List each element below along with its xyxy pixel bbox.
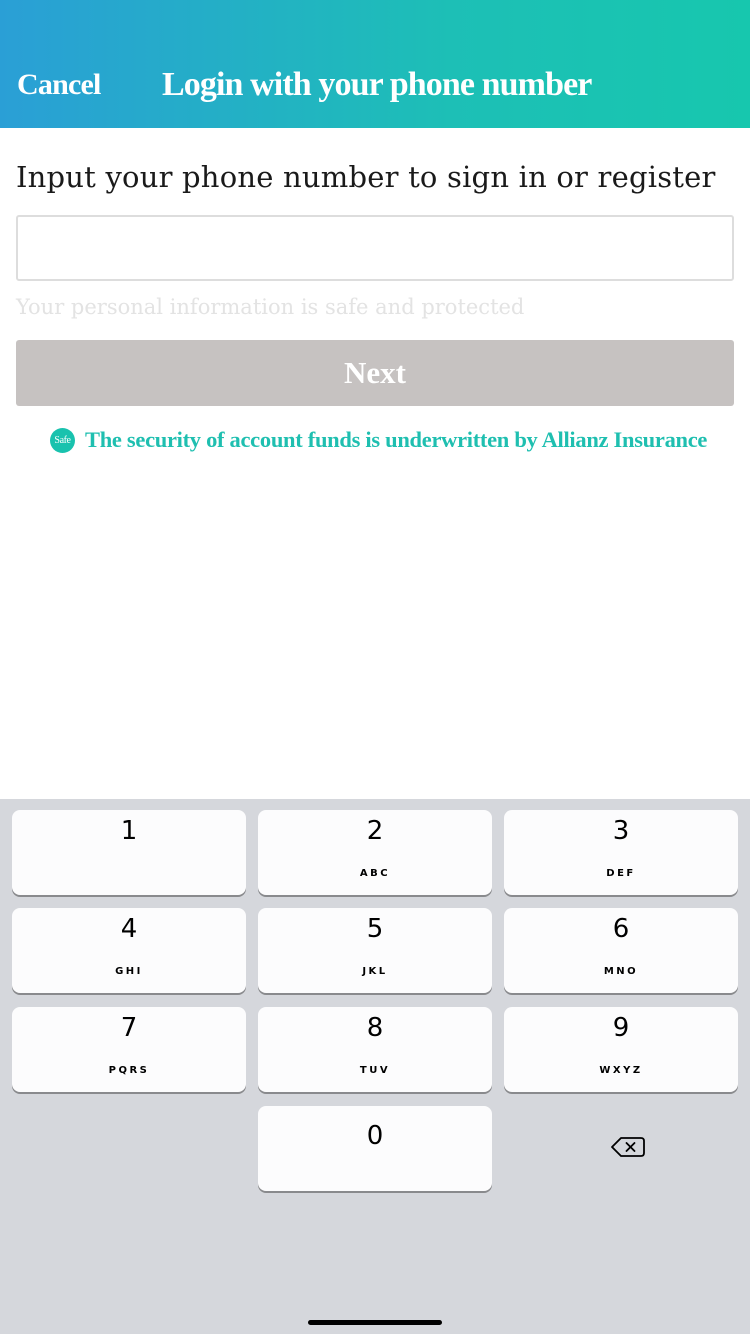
backspace-icon[interactable] — [600, 1132, 650, 1162]
key-digit: 9 — [612, 1013, 630, 1043]
key-letters: DEF — [606, 868, 636, 879]
key-8[interactable]: 8 TUV — [258, 1007, 492, 1092]
phone-prompt: Input your phone number to sign in or re… — [16, 160, 716, 194]
key-letters: WXYZ — [599, 1065, 643, 1076]
home-indicator — [308, 1320, 442, 1325]
key-0[interactable]: 0 — [258, 1106, 492, 1191]
key-digit: 5 — [366, 914, 384, 944]
key-digit: 8 — [366, 1013, 384, 1043]
cancel-button[interactable]: Cancel — [17, 68, 101, 102]
key-4[interactable]: 4 GHI — [12, 908, 246, 993]
phone-number-input[interactable] — [16, 215, 734, 281]
key-digit: 7 — [120, 1013, 138, 1043]
key-digit: 1 — [120, 816, 138, 846]
key-digit: 0 — [366, 1121, 384, 1151]
key-9[interactable]: 9 WXYZ — [504, 1007, 738, 1092]
key-3[interactable]: 3 DEF — [504, 810, 738, 895]
key-letters: ABC — [359, 868, 391, 879]
key-digit: 3 — [612, 816, 630, 846]
next-button[interactable]: Next — [16, 340, 734, 406]
key-letters: PQRS — [108, 1065, 150, 1076]
key-5[interactable]: 5 JKL — [258, 908, 492, 993]
key-letters: GHI — [115, 966, 143, 977]
key-digit: 4 — [120, 914, 138, 944]
key-digit: 6 — [612, 914, 630, 944]
key-1[interactable]: 1 — [12, 810, 246, 895]
key-letters: JKL — [362, 966, 388, 977]
security-notice: Safe The security of account funds is un… — [50, 427, 707, 453]
key-digit: 2 — [366, 816, 384, 846]
key-7[interactable]: 7 PQRS — [12, 1007, 246, 1092]
security-text: The security of account funds is underwr… — [85, 427, 708, 452]
safe-badge-icon: Safe — [50, 427, 75, 453]
key-letters: TUV — [359, 1065, 391, 1076]
key-letters: MNO — [603, 966, 639, 977]
key-6[interactable]: 6 MNO — [504, 908, 738, 993]
key-2[interactable]: 2 ABC — [258, 810, 492, 895]
page-title: Login with your phone number — [162, 66, 592, 103]
privacy-note: Your personal information is safe and pr… — [16, 295, 525, 319]
header-bar: Cancel Login with your phone number — [0, 0, 750, 128]
